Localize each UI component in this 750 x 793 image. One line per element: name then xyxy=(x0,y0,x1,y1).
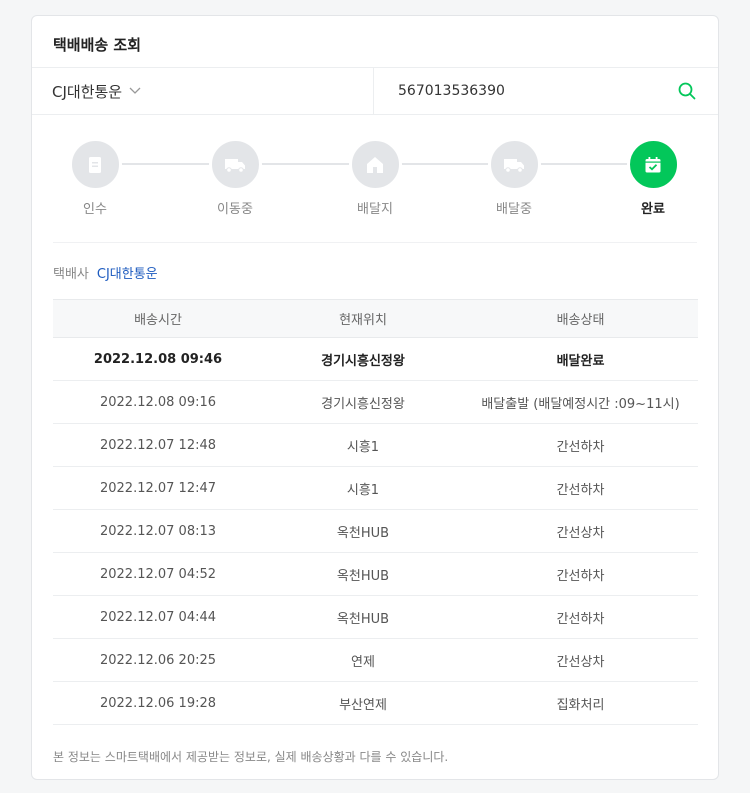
step-label: 배달중 xyxy=(496,202,532,217)
table-row: 2022.12.07 12:48 시흥1 간선하차 xyxy=(53,423,698,467)
step-circle xyxy=(487,138,541,191)
step-label-active: 완료 xyxy=(641,202,665,217)
cell-location: 시흥1 xyxy=(263,423,463,467)
disclaimer-note: 본 정보는 스마트택배에서 제공받는 정보로, 실제 배송상황과 다를 수 있습… xyxy=(53,750,449,764)
cell-time: 2022.12.06 19:28 xyxy=(53,681,263,725)
cell-time: 2022.12.08 09:46 xyxy=(53,337,263,381)
invoice-number-input[interactable] xyxy=(398,83,676,99)
column-header-status: 배송상태 xyxy=(463,299,698,338)
step-label: 이동중 xyxy=(217,202,253,217)
table-row: 2022.12.07 08:13 옥천HUB 간선상차 xyxy=(53,509,698,553)
cell-status: 간선하차 xyxy=(463,423,698,467)
cell-location: 시흥1 xyxy=(263,466,463,510)
cell-status: 간선하차 xyxy=(463,466,698,510)
cell-location: 옥천HUB xyxy=(263,509,463,553)
cell-location: 연제 xyxy=(263,638,463,682)
cell-location: 부산연제 xyxy=(263,681,463,725)
step-circle xyxy=(348,138,402,191)
cell-location: 경기시흥신정왕 xyxy=(263,380,463,424)
carrier-info-label: 택배사 xyxy=(53,267,89,282)
tracking-table: 배송시간 현재위치 배송상태 2022.12.08 09:46 경기시흥신정왕 … xyxy=(53,299,698,725)
step-label: 배달지 xyxy=(357,202,393,217)
table-row: 2022.12.08 09:16 경기시흥신정왕 배달출발 (배달예정시간 :0… xyxy=(53,380,698,424)
table-row: 2022.12.08 09:46 경기시흥신정왕 배달완료 xyxy=(53,337,698,381)
table-row: 2022.12.06 20:25 연제 간선상차 xyxy=(53,638,698,682)
step-circle xyxy=(68,138,122,191)
table-row: 2022.12.07 12:47 시흥1 간선하차 xyxy=(53,466,698,510)
search-bar: CJ대한통운 xyxy=(32,68,718,115)
cell-status: 배달출발 (배달예정시간 :09~11시) xyxy=(463,380,698,424)
truck-icon xyxy=(225,158,245,173)
page-title: 택배배송 조회 xyxy=(32,16,718,68)
chevron-down-icon xyxy=(129,81,141,99)
cell-location: 경기시흥신정왕 xyxy=(263,337,463,381)
cell-status: 집화처리 xyxy=(463,681,698,725)
column-header-time: 배송시간 xyxy=(53,299,263,338)
cell-time: 2022.12.07 12:48 xyxy=(53,423,263,467)
table-row: 2022.12.07 04:52 옥천HUB 간선하차 xyxy=(53,552,698,596)
truck-icon xyxy=(504,158,524,173)
cell-location: 옥천HUB xyxy=(263,552,463,596)
step-label: 인수 xyxy=(83,202,107,217)
step-out-for-delivery: 배달중 xyxy=(469,138,559,217)
step-in-transit: 이동중 xyxy=(190,138,280,217)
step-circle-active xyxy=(626,138,680,191)
cell-time: 2022.12.08 09:16 xyxy=(53,380,263,424)
cell-status: 간선하차 xyxy=(463,595,698,639)
cell-status: 간선상차 xyxy=(463,638,698,682)
receipt-icon xyxy=(89,156,101,173)
delivery-progress: 인수 이동중 배달지 배달중 완료 xyxy=(53,115,697,243)
carrier-select-value: CJ대한통운 xyxy=(52,82,123,101)
cell-time: 2022.12.07 04:52 xyxy=(53,552,263,596)
step-circle xyxy=(208,138,262,191)
table-header-row: 배송시간 현재위치 배송상태 xyxy=(53,299,698,338)
calendar-check-icon xyxy=(645,156,661,172)
search-icon[interactable] xyxy=(676,80,698,102)
carrier-select[interactable]: CJ대한통운 xyxy=(32,68,374,114)
step-destination: 배달지 xyxy=(330,138,420,217)
step-received: 인수 xyxy=(50,138,140,217)
cell-status: 배달완료 xyxy=(463,337,698,381)
cell-status: 간선상차 xyxy=(463,509,698,553)
carrier-info-link[interactable]: CJ대한통운 xyxy=(97,267,158,282)
table-row: 2022.12.06 19:28 부산연제 집화처리 xyxy=(53,681,698,725)
delivery-tracking-card: 택배배송 조회 CJ대한통운 인수 이동중 xyxy=(31,15,719,780)
cell-time: 2022.12.07 12:47 xyxy=(53,466,263,510)
invoice-field-wrapper xyxy=(374,68,718,114)
column-header-location: 현재위치 xyxy=(263,299,463,338)
step-completed: 완료 xyxy=(608,138,698,217)
cell-location: 옥천HUB xyxy=(263,595,463,639)
cell-status: 간선하차 xyxy=(463,552,698,596)
cell-time: 2022.12.07 08:13 xyxy=(53,509,263,553)
carrier-info: 택배사 CJ대한통운 xyxy=(53,263,697,282)
cell-time: 2022.12.06 20:25 xyxy=(53,638,263,682)
home-icon xyxy=(367,156,383,173)
table-row: 2022.12.07 04:44 옥천HUB 간선하차 xyxy=(53,595,698,639)
cell-time: 2022.12.07 04:44 xyxy=(53,595,263,639)
